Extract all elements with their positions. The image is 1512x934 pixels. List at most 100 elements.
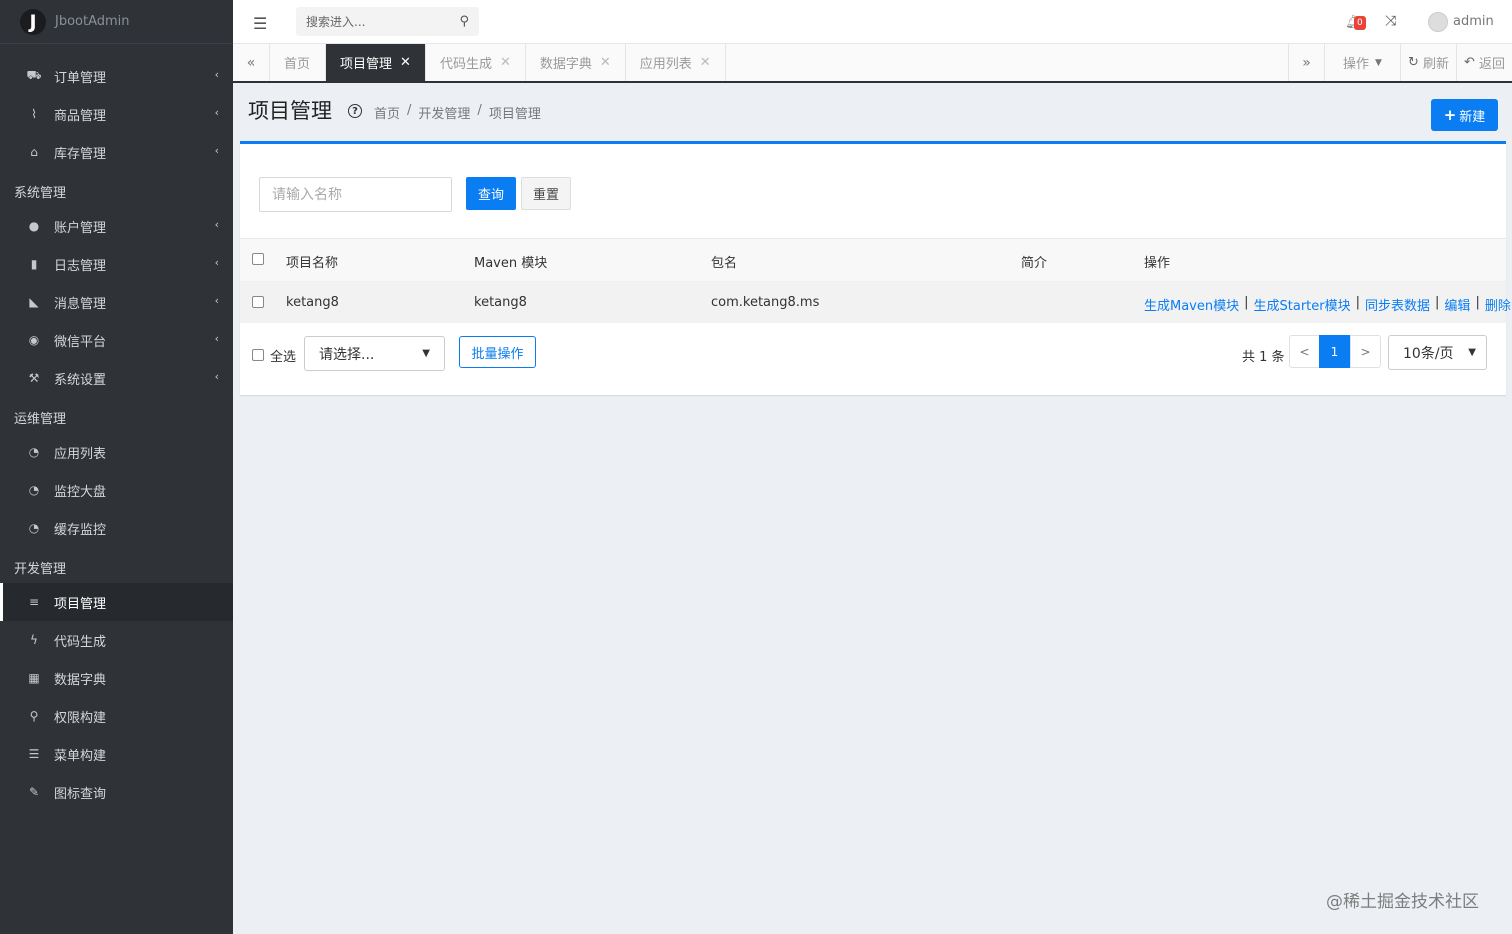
select-all-checkbox[interactable] (252, 349, 264, 361)
tab-dictionary[interactable]: 数据字典 ✕ (525, 44, 626, 81)
breadcrumb-current: 项目管理 (488, 107, 541, 122)
select-all-header-checkbox[interactable] (252, 253, 264, 265)
gen-starter-link[interactable]: 生成Starter模块 (1254, 295, 1351, 314)
total-count: 共 1 条 (1242, 350, 1285, 365)
sidebar-item-label: 监控大盘 (54, 484, 107, 500)
sidebar-item-wechat[interactable]: ◉ 微信平台 ‹ (0, 321, 233, 359)
table-row: ketang8 ketang8 com.ketang8.ms 生成Maven模块… (240, 281, 1511, 323)
sidebar-item-label: 项目管理 (54, 596, 107, 612)
reply-icon: ↶ (1464, 55, 1475, 70)
page-size-value: 10条/页 (1403, 345, 1454, 362)
tab-projects[interactable]: 项目管理 ✕ (326, 44, 426, 81)
batch-operation-button[interactable]: 批量操作 (459, 336, 536, 368)
batch-select[interactable]: 请选择... ▼ (304, 336, 445, 371)
name-filter-input[interactable] (259, 177, 452, 212)
username[interactable]: admin (1453, 14, 1494, 29)
divider: | (1435, 295, 1440, 310)
gen-maven-link[interactable]: 生成Maven模块 (1144, 295, 1239, 314)
sidebar-item-cache[interactable]: ◔ 缓存监控 (0, 509, 233, 547)
sidebar-item-label: 系统设置 (54, 372, 107, 388)
sidebar-item-label: 菜单构建 (54, 748, 107, 764)
column-header: Maven 模块 (474, 256, 548, 271)
avatar[interactable] (1428, 12, 1448, 32)
sidebar-item-dictionary[interactable]: ▦ 数据字典 (0, 659, 233, 697)
breadcrumb-home[interactable]: 首页 (374, 103, 400, 122)
column-header: 简介 (1021, 256, 1048, 271)
sidebar-item-menus[interactable]: ☰ 菜单构建 (0, 735, 233, 773)
shuffle-icon[interactable]: ⤨ (1385, 13, 1396, 29)
page-title: 项目管理 (248, 99, 332, 123)
cart-icon: ⛟ (26, 68, 42, 82)
chevron-left-icon: ‹ (214, 370, 219, 383)
sidebar-item-orders[interactable]: ⛟ 订单管理 ‹ (0, 57, 233, 95)
column-header: 包名 (711, 256, 738, 271)
column-header: 项目名称 (286, 256, 339, 271)
query-button[interactable]: 查询 (466, 177, 516, 210)
row-checkbox[interactable] (252, 296, 264, 308)
close-icon[interactable]: ✕ (600, 55, 611, 70)
sidebar-item-logs[interactable]: ▮ 日志管理 ‹ (0, 245, 233, 283)
sidebar-item-settings[interactable]: ⚒ 系统设置 ‹ (0, 359, 233, 397)
sidebar-item-inventory[interactable]: ⌂ 库存管理 ‹ (0, 133, 233, 171)
tab-label: 应用列表 (639, 57, 692, 72)
sidebar-item-label: 应用列表 (54, 446, 107, 462)
tab-codegen[interactable]: 代码生成 ✕ (425, 44, 526, 81)
sidebar-item-accounts[interactable]: ● 账户管理 ‹ (0, 207, 233, 245)
sidebar-item-permissions[interactable]: ⚲ 权限构建 (0, 697, 233, 735)
tab-label: 数据字典 (539, 57, 592, 72)
sidebar-item-app-list[interactable]: ◔ 应用列表 (0, 433, 233, 471)
dashboard-icon: ◔ (28, 483, 40, 497)
tab-home[interactable]: 首页 (270, 44, 327, 81)
sidebar-header-dev: 开发管理 (14, 562, 67, 577)
tab-scroll-left-icon[interactable]: « (233, 44, 270, 81)
next-page-button[interactable]: > (1350, 335, 1381, 368)
tab-app-list[interactable]: 应用列表 ✕ (625, 44, 726, 81)
refresh-label: 刷新 (1422, 57, 1449, 72)
bank-icon: ⌂ (30, 145, 38, 159)
page-button-current[interactable]: 1 (1319, 335, 1350, 368)
sidebar-item-label: 账户管理 (54, 220, 107, 236)
sidebar-item-icons[interactable]: ✎ 图标查询 (0, 773, 233, 811)
column-header: 操作 (1144, 256, 1171, 271)
breadcrumb-dev[interactable]: 开发管理 (418, 103, 470, 122)
help-icon[interactable]: ? (348, 104, 362, 118)
sidebar-item-monitor[interactable]: ◔ 监控大盘 (0, 471, 233, 509)
sidebar-item-messages[interactable]: ◣ 消息管理 ‹ (0, 283, 233, 321)
reset-button[interactable]: 重置 (521, 177, 571, 210)
tab-ops-dropdown[interactable]: 操作 ▼ (1324, 44, 1400, 81)
search-input[interactable] (306, 14, 460, 29)
sidebar-item-codegen[interactable]: ϟ 代码生成 (0, 621, 233, 659)
tab-scroll-right-icon[interactable]: » (1288, 44, 1324, 81)
edit-link[interactable]: 编辑 (1444, 295, 1470, 314)
refresh-button[interactable]: ↻ 刷新 (1400, 44, 1456, 81)
delete-link[interactable]: 删除 (1485, 295, 1511, 314)
close-icon[interactable]: ✕ (400, 55, 411, 70)
sidebar-item-label: 权限构建 (54, 710, 107, 726)
breadcrumb: 首页 / 开发管理 / 项目管理 (374, 103, 541, 122)
sidebar-item-products[interactable]: ⌇ 商品管理 ‹ (0, 95, 233, 133)
prev-page-button[interactable]: < (1289, 335, 1320, 368)
new-button[interactable]: + 新建 (1431, 99, 1498, 131)
table-header: 项目名称 Maven 模块 包名 简介 操作 (240, 238, 1506, 281)
database-icon: ≡ (28, 595, 40, 609)
divider: | (1475, 295, 1480, 310)
sidebar-item-projects[interactable]: ≡ 项目管理 (0, 583, 233, 621)
close-icon[interactable]: ✕ (700, 55, 711, 70)
search-box: ⚲ (296, 7, 479, 36)
book-icon: ▮ (30, 257, 38, 271)
brand[interactable]: J JbootAdmin (0, 0, 233, 44)
sidebar-item-label: 库存管理 (54, 146, 107, 162)
tab-ops-label: 操作 (1343, 57, 1370, 72)
tab-label: 代码生成 (439, 57, 492, 72)
back-button[interactable]: ↶ 返回 (1456, 44, 1512, 81)
tabs: 首页 项目管理 ✕ 代码生成 ✕ 数据字典 ✕ 应用列表 ✕ (270, 44, 726, 81)
tab-strip: « 首页 项目管理 ✕ 代码生成 ✕ 数据字典 ✕ 应用列表 ✕ » 操作 ▼ … (233, 44, 1512, 83)
menu-toggle-icon[interactable]: ☰ (253, 14, 267, 33)
select-all-label[interactable]: 全选 (270, 346, 296, 365)
search-icon[interactable]: ⚲ (459, 14, 469, 29)
page-size-select[interactable]: 10条/页 ▼ (1388, 335, 1487, 370)
close-icon[interactable]: ✕ (500, 55, 511, 70)
pencil-icon: ✎ (28, 785, 40, 799)
sidebar-item-label: 商品管理 (54, 108, 107, 124)
sync-table-link[interactable]: 同步表数据 (1365, 295, 1430, 314)
